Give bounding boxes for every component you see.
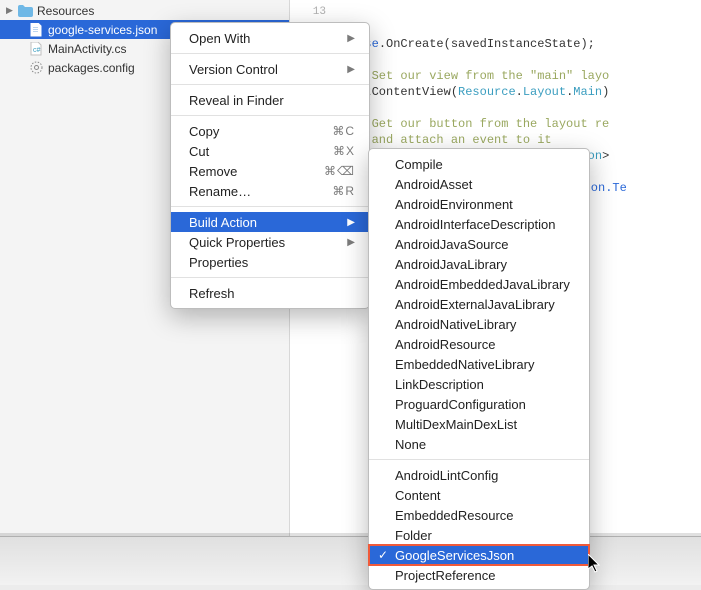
submenu-arrow-icon: ▶ <box>347 64 355 75</box>
menu-item-build-action[interactable]: AndroidResource <box>369 334 589 354</box>
menu-item-build-action[interactable]: AndroidAsset <box>369 174 589 194</box>
menu-item-rename[interactable]: Rename…⌘R <box>171 181 369 201</box>
keyboard-shortcut: ⌘C <box>332 124 355 138</box>
menu-item-build-action[interactable]: AndroidInterfaceDescription <box>369 214 589 234</box>
expand-triangle-icon[interactable]: ▶ <box>6 5 15 16</box>
keyboard-shortcut: ⌘X <box>333 144 355 158</box>
menu-item-reveal-finder[interactable]: Reveal in Finder <box>171 90 369 110</box>
keyboard-shortcut: ⌘⌫ <box>324 164 355 178</box>
context-menu: Open With▶ Version Control▶ Reveal in Fi… <box>170 22 370 309</box>
submenu-arrow-icon: ▶ <box>347 33 355 44</box>
menu-item-remove[interactable]: Remove⌘⌫ <box>171 161 369 181</box>
menu-item-build-action[interactable]: None <box>369 434 589 454</box>
menu-separator <box>171 206 369 207</box>
menu-item-build-action[interactable]: Build Action▶ <box>171 212 369 232</box>
menu-item-open-with[interactable]: Open With▶ <box>171 28 369 48</box>
menu-item-build-action[interactable]: MultiDexMainDexList <box>369 414 589 434</box>
bottom-bar <box>0 536 701 585</box>
menu-separator <box>171 277 369 278</box>
menu-separator <box>171 115 369 116</box>
tree-item-label: packages.config <box>48 61 135 75</box>
tree-item-resources[interactable]: ▶ Resources <box>0 1 289 20</box>
menu-item-build-action[interactable]: AndroidEnvironment <box>369 194 589 214</box>
menu-item-build-action[interactable]: Content <box>369 485 589 505</box>
menu-separator <box>369 459 589 460</box>
menu-item-build-action[interactable]: AndroidNativeLibrary <box>369 314 589 334</box>
tree-item-label: MainActivity.cs <box>48 42 126 56</box>
submenu-arrow-icon: ▶ <box>347 217 355 228</box>
csharp-file-icon: c# <box>28 42 44 56</box>
menu-item-build-action[interactable]: ProguardConfiguration <box>369 394 589 414</box>
menu-item-build-action[interactable]: EmbeddedNativeLibrary <box>369 354 589 374</box>
menu-item-build-action[interactable]: Compile <box>369 154 589 174</box>
config-file-icon <box>28 61 44 74</box>
file-icon <box>28 23 44 37</box>
menu-item-build-action[interactable]: EmbeddedResource <box>369 505 589 525</box>
menu-item-build-action[interactable]: AndroidJavaLibrary <box>369 254 589 274</box>
menu-separator <box>171 53 369 54</box>
menu-item-build-action[interactable]: Folder <box>369 525 589 545</box>
svg-text:c#: c# <box>33 47 41 54</box>
menu-item-refresh[interactable]: Refresh <box>171 283 369 303</box>
menu-item-build-action[interactable]: LinkDescription <box>369 374 589 394</box>
menu-item-quick-properties[interactable]: Quick Properties▶ <box>171 232 369 252</box>
submenu-arrow-icon: ▶ <box>347 237 355 248</box>
line-number: 13 <box>290 4 326 20</box>
menu-item-build-action[interactable]: AndroidExternalJavaLibrary <box>369 294 589 314</box>
menu-item-version-control[interactable]: Version Control▶ <box>171 59 369 79</box>
build-action-submenu: Compile AndroidAsset AndroidEnvironment … <box>368 148 590 590</box>
menu-item-properties[interactable]: Properties <box>171 252 369 272</box>
menu-item-build-action[interactable]: ProjectReference <box>369 565 589 585</box>
check-icon: ✓ <box>378 548 388 562</box>
menu-item-build-action[interactable]: AndroidJavaSource <box>369 234 589 254</box>
menu-item-build-action[interactable]: AndroidLintConfig <box>369 465 589 485</box>
tree-item-label: Resources <box>37 4 94 18</box>
menu-item-cut[interactable]: Cut⌘X <box>171 141 369 161</box>
keyboard-shortcut: ⌘R <box>332 184 355 198</box>
menu-item-google-services-json[interactable]: ✓ GoogleServicesJson <box>369 545 589 565</box>
folder-icon <box>17 5 33 17</box>
menu-item-build-action[interactable]: AndroidEmbeddedJavaLibrary <box>369 274 589 294</box>
menu-separator <box>171 84 369 85</box>
menu-item-copy[interactable]: Copy⌘C <box>171 121 369 141</box>
tree-item-label: google-services.json <box>48 23 157 37</box>
